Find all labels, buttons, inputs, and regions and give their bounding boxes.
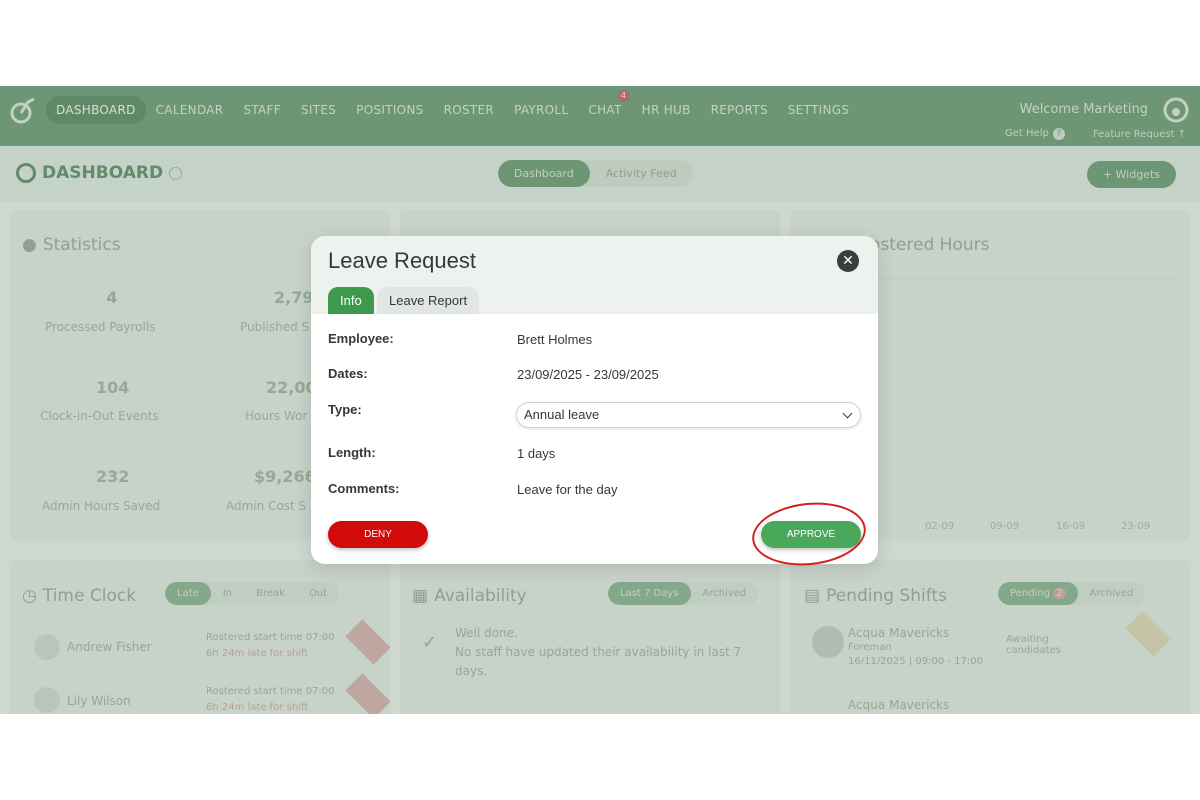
modal-title: Leave Request <box>328 248 476 273</box>
dates-value: 23/09/2025 - 23/09/2025 <box>517 367 659 382</box>
leave-type-value: Annual leave <box>524 407 600 422</box>
comments-label: Comments: <box>328 481 400 496</box>
length-value: 1 days <box>517 446 556 461</box>
type-label: Type: <box>328 402 362 417</box>
employee-label: Employee: <box>328 331 394 346</box>
leave-type-select[interactable]: Annual leave <box>516 402 861 428</box>
close-icon[interactable]: ✕ <box>837 250 859 272</box>
tab-leave-report[interactable]: Leave Report <box>377 287 480 314</box>
length-label: Length: <box>328 445 376 460</box>
chevron-down-icon <box>842 408 853 419</box>
comments-value: Leave for the day <box>517 482 618 497</box>
employee-value: Brett Holmes <box>517 332 593 347</box>
tab-info[interactable]: Info <box>328 287 374 314</box>
deny-button[interactable]: DENY <box>328 521 428 548</box>
dates-label: Dates: <box>328 366 368 381</box>
